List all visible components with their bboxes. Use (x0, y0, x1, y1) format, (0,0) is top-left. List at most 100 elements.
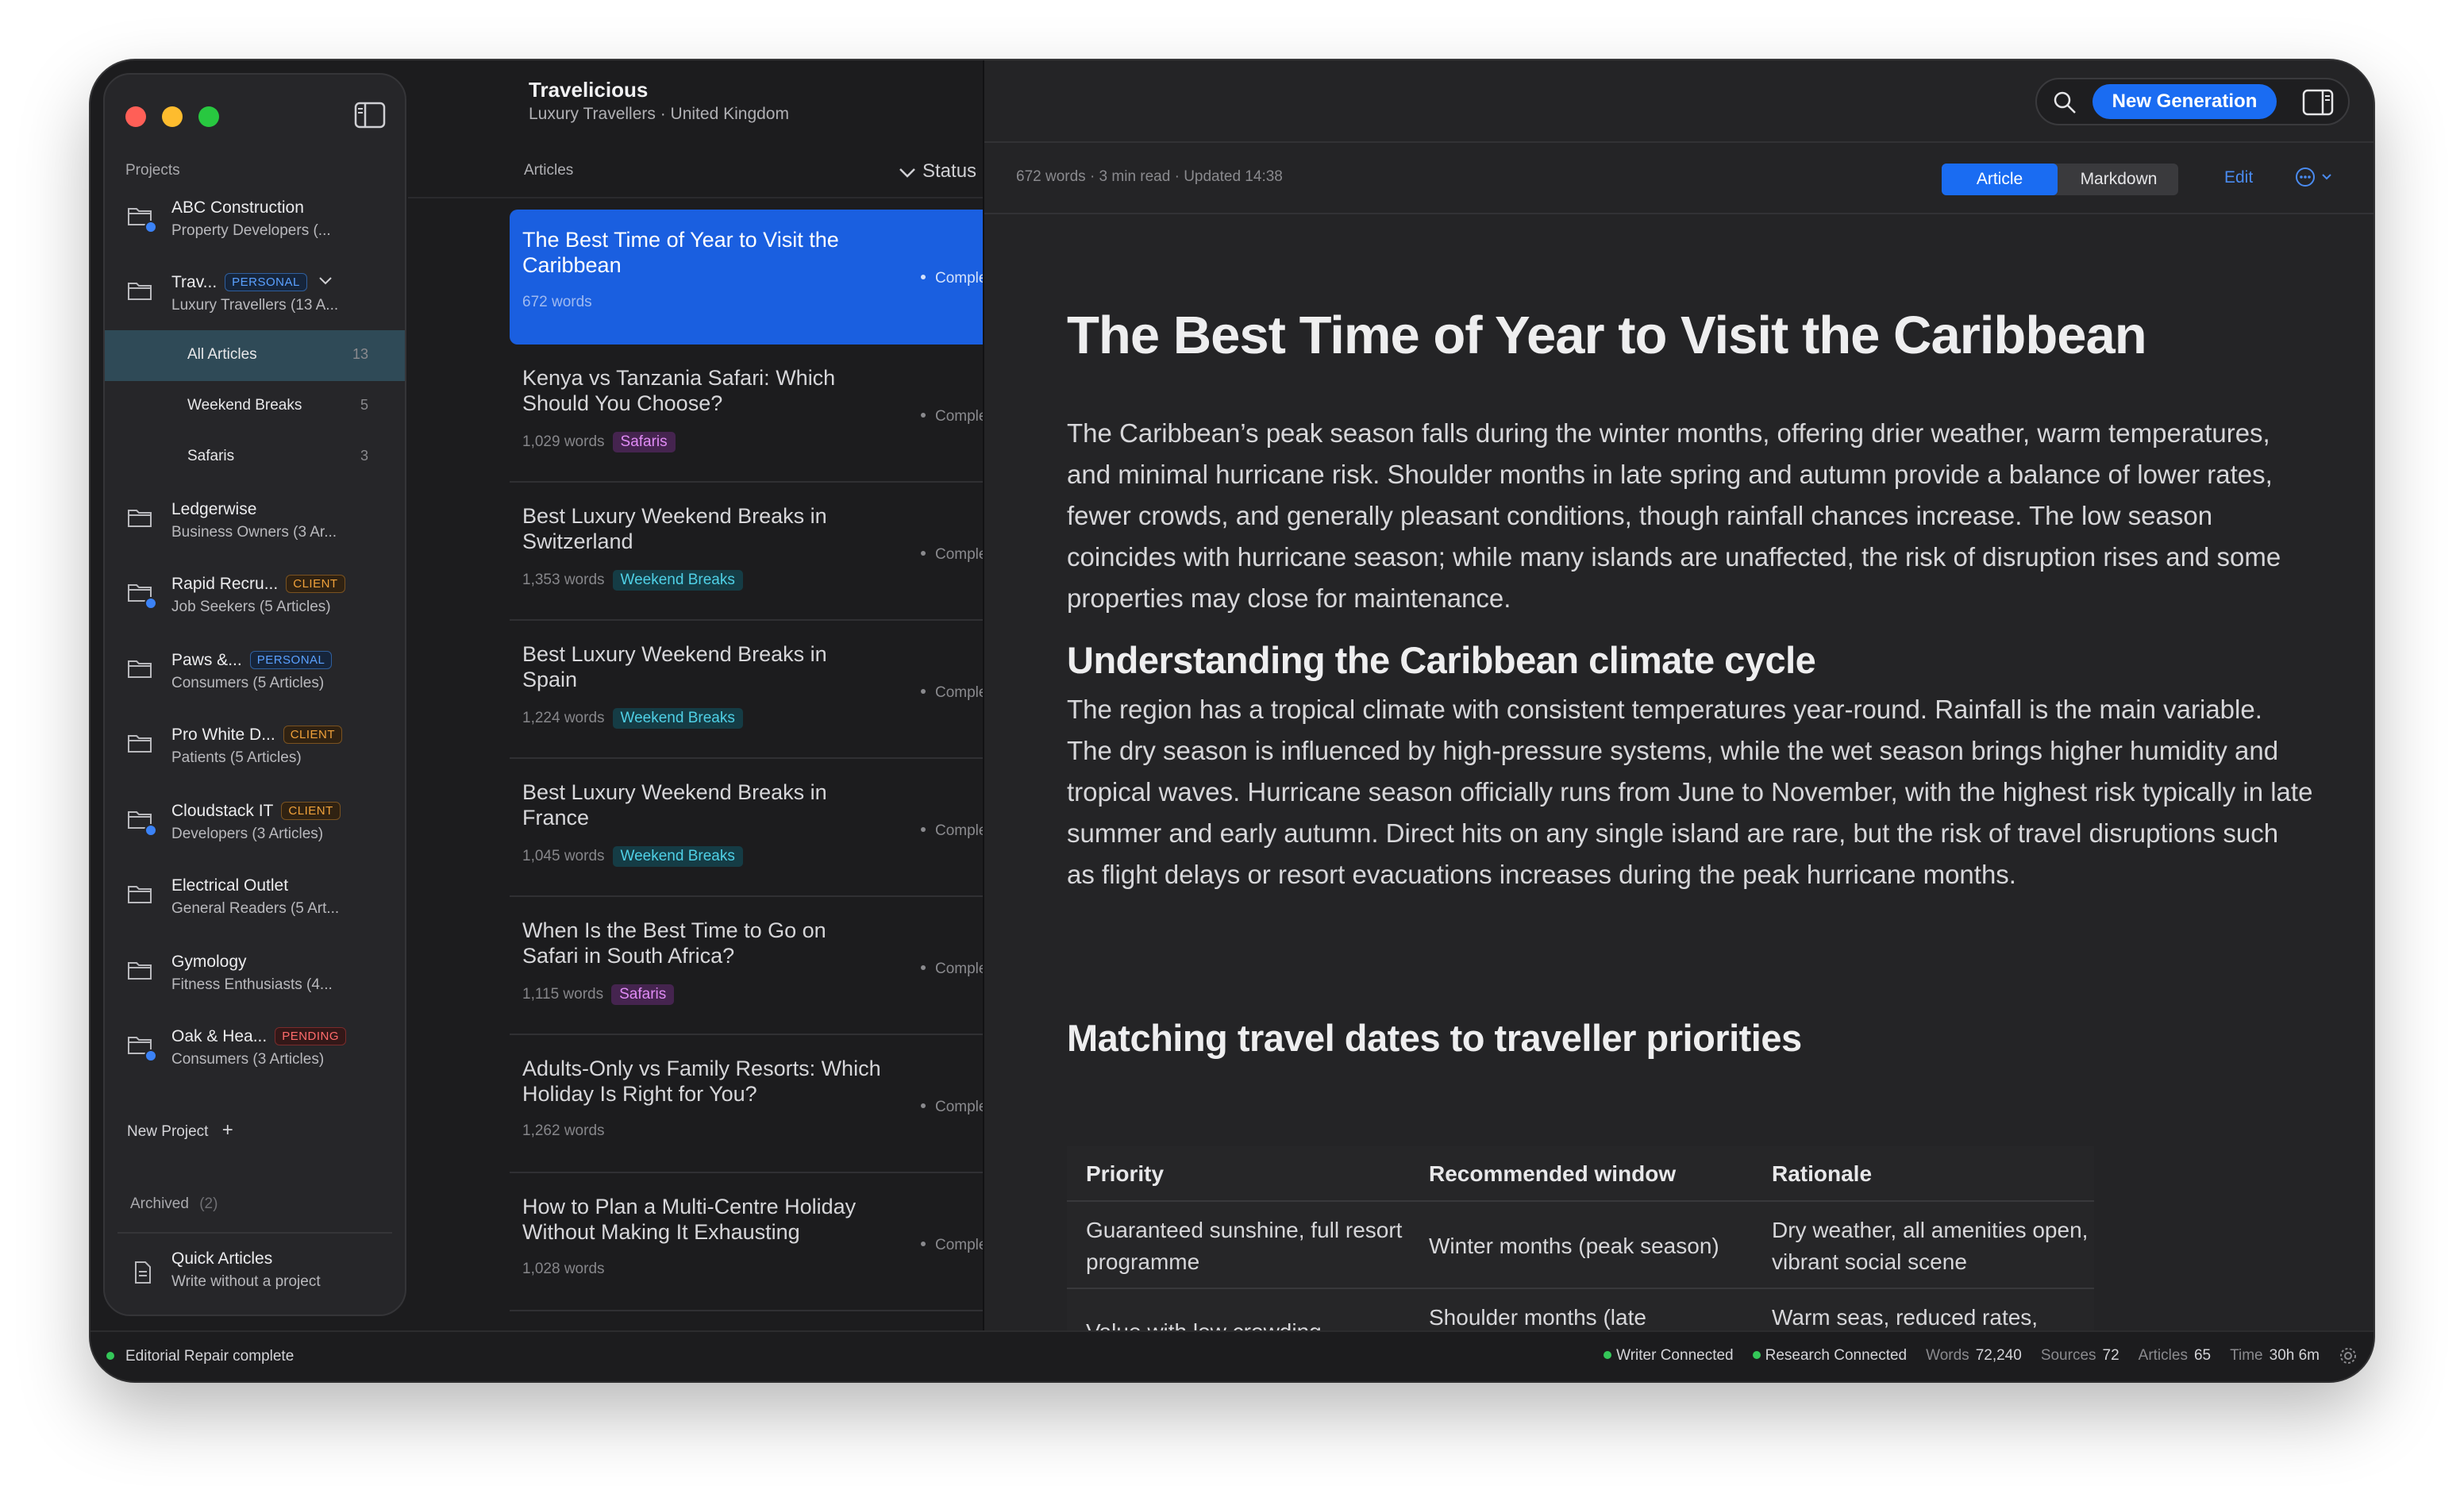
project-name: Gymology (171, 953, 247, 972)
article-card[interactable]: Best Luxury Weekend Breaks in France 1,04… (510, 762, 1053, 897)
article-view-tab[interactable]: Article (1942, 164, 2058, 195)
close-window-button[interactable] (125, 106, 146, 127)
edit-button[interactable]: Edit (2224, 168, 2253, 187)
new-project-button[interactable]: New Project + (127, 1119, 233, 1141)
article-card[interactable]: The Best Time of Year to Visit the Carib… (510, 210, 1053, 345)
project-item[interactable]: Cloudstack IT CLIENT Developers (3 Article… (105, 794, 405, 857)
project-badge: CLIENT (281, 802, 341, 820)
article-card[interactable]: How to Plan a Multi-Centre Holiday Witho… (510, 1176, 1053, 1311)
gear-icon[interactable] (2339, 1346, 2358, 1365)
article-card-meta: 1,115 words Safaris (522, 984, 675, 1005)
article-card-title: The Best Time of Year to Visit the Carib… (522, 228, 839, 277)
time-label: Time (2230, 1347, 2263, 1364)
project-audience: Consumers (3 Articles) (171, 1051, 325, 1068)
article-card[interactable]: Kenya vs Tanzania Safari: Which Should Y… (510, 348, 1053, 483)
project-filter-item[interactable]: Safaris 3 (105, 432, 405, 483)
sidebar-toggle-icon[interactable] (354, 102, 386, 129)
project-name-text: Electrical Outlet (171, 876, 289, 895)
article-paragraph-2: The region has a tropical climate with c… (1067, 695, 2313, 889)
article-card[interactable]: Best Luxury Weekend Breaks in Switzerlan… (510, 486, 1053, 621)
chevron-down-icon (899, 168, 915, 178)
markdown-view-tab[interactable]: Markdown (2059, 164, 2178, 195)
table-cell: Warm seas, reduced rates, (1772, 1305, 2039, 1330)
project-item[interactable]: Ledgerwise Business Owners (3 Ar... (105, 492, 405, 556)
status-stats: Writer Connected Research Connected Word… (1604, 1346, 2358, 1365)
folder-icon (128, 886, 152, 903)
view-mode-segmented-control: Article Markdown (1942, 164, 2178, 195)
article-tag: Safaris (611, 984, 675, 1005)
project-name: Oak & Hea... PENDING (171, 1027, 347, 1046)
writer-status: Writer Connected (1604, 1347, 1734, 1365)
table-cell: Dry weather, all amenities open, vibrant… (1772, 1218, 2089, 1274)
toolbar-group: New Generation (2035, 78, 2350, 125)
sidebar: Projects ABC Construction Property Develo… (103, 73, 406, 1316)
status-column-header: Status (922, 160, 977, 182)
sources-stat: Sources 72 (2041, 1347, 2119, 1365)
project-badge: PENDING (275, 1027, 347, 1045)
article-word-count: 1,224 words (522, 710, 605, 726)
project-item[interactable]: Electrical Outlet General Readers (5 Art.… (105, 868, 405, 932)
article-list-pane: Travelicious Luxury Travellers · United … (408, 60, 1083, 1330)
article-card-meta: 1,262 words (522, 1122, 605, 1140)
project-name-text: Gymology (171, 953, 247, 971)
card-divider (510, 481, 1053, 483)
article-card-meta: 1,045 words Weekend Breaks (522, 846, 743, 867)
project-item[interactable]: Rapid Recru... CLIENT Job Seekers (5 Artic… (105, 567, 405, 630)
archived-section[interactable]: Archived (2) (130, 1195, 218, 1213)
project-audience: Fitness Enthusiasts (4... (171, 976, 333, 993)
article-tag: Weekend Breaks (612, 846, 743, 867)
time-value: 30h 6m (2269, 1347, 2320, 1364)
minimize-window-button[interactable] (162, 106, 183, 127)
quick-articles-title[interactable]: Quick Articles (171, 1249, 272, 1268)
status-sort-button[interactable]: Status (899, 160, 976, 183)
project-name: Ledgerwise (171, 500, 256, 519)
article-card-title: How to Plan a Multi-Centre Holiday Witho… (522, 1195, 857, 1244)
article-card[interactable]: When Is the Best Time to Go on Safari in… (510, 900, 1053, 1035)
project-item[interactable]: Paws &... PERSONAL Consumers (5 Articles) (105, 643, 405, 706)
project-filter-item[interactable]: All Articles 13 (105, 330, 405, 381)
zoom-window-button[interactable] (198, 106, 219, 127)
filter-label: Safaris (187, 448, 235, 464)
table-header-priority: Priority (1086, 1161, 1165, 1186)
project-name: Rapid Recru... CLIENT (171, 575, 345, 594)
folder-icon (128, 735, 152, 753)
sources-label: Sources (2040, 1347, 2096, 1364)
project-audience: Property Developers (... (171, 222, 331, 239)
article-body: The Best Time of Year to Visit the Carib… (1067, 213, 2321, 1330)
card-divider (510, 1034, 1053, 1035)
project-subtitle: Luxury Travellers · United Kingdom (529, 105, 789, 123)
project-filter-item[interactable]: Weekend Breaks 5 (105, 381, 405, 432)
article-paragraph-1: The Caribbean’s peak season falls during… (1067, 418, 2281, 613)
table-cell: Shoulder months (late (1429, 1305, 1646, 1330)
article-card[interactable]: Adults-Only vs Family Resorts: Which Hol… (510, 1038, 1053, 1173)
research-status: Research Connected (1752, 1347, 1907, 1365)
article-card[interactable]: Best Luxury Weekend Breaks in Spain 1,224… (510, 624, 1053, 759)
project-item[interactable]: Trav... PERSONAL Luxury Travellers (13 A..… (105, 265, 405, 329)
article-word-count: 1,353 words (522, 572, 605, 588)
more-options-icon[interactable] (2294, 165, 2339, 189)
folder-icon (128, 660, 152, 678)
project-name: Electrical Outlet (171, 876, 288, 895)
article-word-count: 1,028 words (522, 1261, 605, 1277)
project-item[interactable]: ABC Construction Property Developers (... (105, 191, 405, 254)
project-item[interactable]: Gymology Fitness Enthusiasts (4... (105, 945, 405, 1008)
table-cell: Winter months (peak season) (1429, 1234, 1719, 1258)
folder-icon (128, 510, 152, 527)
project-item[interactable]: Oak & Hea... PENDING Consumers (3 Articles… (105, 1019, 405, 1083)
article-word-count: 1,029 words (522, 433, 605, 450)
table-cell: Value with low crowding (1086, 1316, 1411, 1330)
chevron-down-icon[interactable] (318, 276, 333, 286)
project-audience: Luxury Travellers (13 A... (171, 297, 339, 314)
new-generation-button[interactable]: New Generation (2092, 84, 2277, 119)
project-audience: Business Owners (3 Ar... (171, 524, 337, 541)
sidebar-divider (117, 1232, 392, 1234)
search-icon[interactable] (2053, 90, 2077, 114)
article-card-meta: 1,224 words Weekend Breaks (522, 708, 743, 729)
article-card-title: Adults-Only vs Family Resorts: Which Hol… (522, 1057, 881, 1106)
panel-right-icon[interactable] (2302, 89, 2334, 116)
project-badge: CLIENT (286, 575, 345, 593)
card-divider (510, 757, 1053, 759)
folder-icon (128, 283, 152, 300)
project-item[interactable]: Pro White D... CLIENT Patients (5 Articles… (105, 718, 405, 781)
filter-label: Weekend Breaks (187, 397, 302, 414)
